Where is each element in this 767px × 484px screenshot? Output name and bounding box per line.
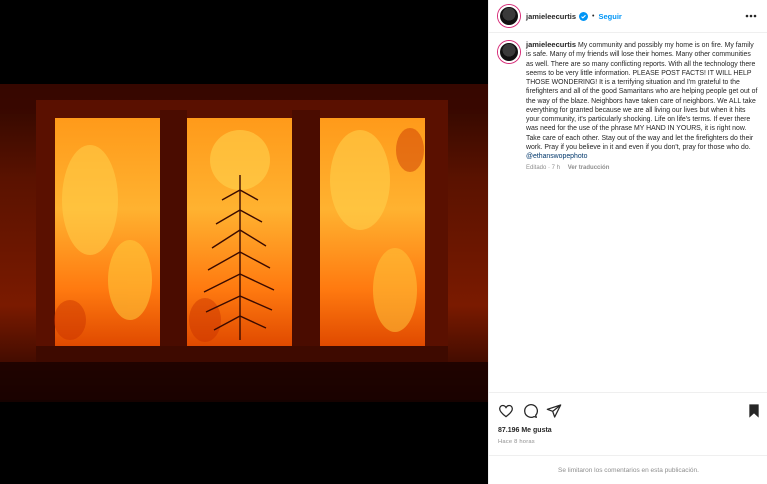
edited-time: Editado · 7 h xyxy=(526,165,561,172)
more-options-icon[interactable] xyxy=(744,10,758,22)
mention-link[interactable]: @ethanswopephoto xyxy=(526,153,587,160)
actions-bar: 87.196 Me gusta Hace 8 horas Se limitaro… xyxy=(489,392,767,484)
caption-avatar[interactable] xyxy=(498,41,520,63)
fire-window-photo xyxy=(0,0,488,484)
follow-button[interactable]: Seguir xyxy=(598,12,621,21)
bookmark-icon[interactable] xyxy=(747,403,761,419)
see-translation-button[interactable]: Ver traducción xyxy=(568,165,610,171)
action-icons xyxy=(498,403,562,419)
post-header: jamieleecurtis • Seguir xyxy=(489,0,767,33)
share-icon[interactable] xyxy=(546,403,562,419)
post-caption: jamieleecurtis My community and possibly… xyxy=(498,40,760,174)
caption-meta: Editado · 7 h Ver traducción xyxy=(526,164,758,173)
separator-dot: • xyxy=(592,12,595,20)
heart-icon[interactable] xyxy=(498,403,514,419)
avatar[interactable] xyxy=(498,5,520,27)
posted-ago: Hace 8 horas xyxy=(498,439,535,445)
verified-badge-icon xyxy=(579,11,589,21)
likes-count[interactable]: 87.196 Me gusta xyxy=(498,427,552,434)
caption-body: jamieleecurtis My community and possibly… xyxy=(526,40,758,174)
caption-text: My community and possibly my home is on … xyxy=(526,42,758,151)
caption-username[interactable]: jamieleecurtis xyxy=(526,40,576,49)
post-image[interactable] xyxy=(0,0,488,484)
header-username[interactable]: jamieleecurtis xyxy=(526,12,576,21)
comments-disabled-notice: Se limitaron los comentarios en esta pub… xyxy=(489,455,767,484)
comment-icon[interactable] xyxy=(522,403,538,419)
post-sidebar: jamieleecurtis • Seguir jamieleecurtis M… xyxy=(488,0,767,484)
